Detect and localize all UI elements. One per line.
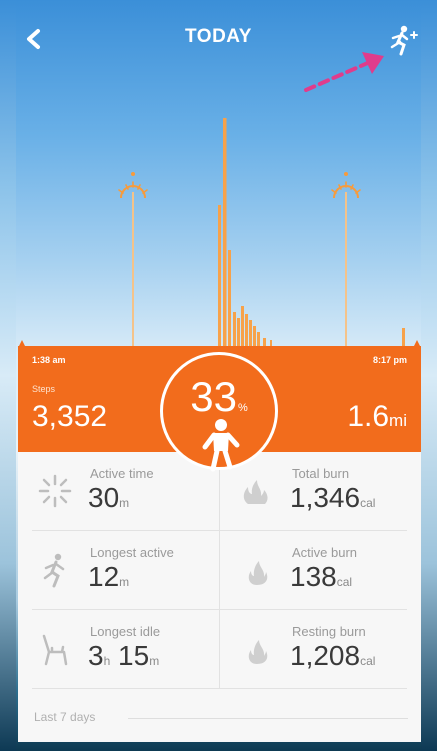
stat-value: 138cal <box>290 561 352 593</box>
goal-progress-ring[interactable]: 33% <box>160 352 278 472</box>
stat-number: 3 <box>88 640 104 671</box>
end-time: 8:17 pm <box>372 355 407 365</box>
top-bar: TODAY <box>0 0 437 92</box>
stat-unit: m <box>119 575 130 589</box>
chair-icon <box>42 634 68 666</box>
stat-unit: m <box>149 654 160 668</box>
annotation-arrow <box>304 52 384 92</box>
background-edge-left <box>0 0 16 751</box>
distance-unit: mi <box>389 411 407 430</box>
stat-number: 15 <box>118 640 150 671</box>
stat-unit: cal <box>360 654 376 668</box>
runner-figure-icon <box>202 419 240 472</box>
stat-value: 30m <box>88 482 129 514</box>
last-7-days-divider <box>128 718 408 719</box>
goal-percent-sign: % <box>237 402 248 414</box>
step-bars <box>218 118 405 346</box>
stat-value: 12m <box>88 561 129 593</box>
goal-percent-value: 33 <box>190 373 237 420</box>
stat-label: Longest active <box>90 545 174 560</box>
sunset-marker <box>331 172 361 346</box>
activity-timeline-chart[interactable] <box>18 100 421 348</box>
stat-number: 138 <box>290 561 337 592</box>
sparkle-icon <box>38 474 72 508</box>
start-time: 1:38 am <box>32 355 66 365</box>
stat-active-burn[interactable]: Active burn 138cal <box>220 531 420 609</box>
stat-unit: cal <box>336 575 353 589</box>
sunrise-marker <box>118 172 148 346</box>
stat-number: 1,208 <box>290 640 361 671</box>
last-7-days-label: Last 7 days <box>34 710 96 724</box>
goal-percent: 33% <box>163 373 275 421</box>
stat-active-time[interactable]: Active time 30m <box>18 452 218 530</box>
stat-value: 1,208cal <box>290 640 375 672</box>
stats-panel: Active time 30m Total burn 1,346cal Long… <box>18 452 421 742</box>
stat-label: Longest idle <box>90 624 161 639</box>
stat-label: Active burn <box>292 545 358 560</box>
distance: 1.6mi <box>347 400 407 434</box>
stat-unit: h <box>103 654 111 668</box>
stat-value: 1,346cal <box>290 482 375 514</box>
distance-value: 1.6 <box>347 400 390 433</box>
runner-icon <box>43 553 65 588</box>
stat-resting-burn[interactable]: Resting burn 1,208cal <box>220 610 420 688</box>
stat-label: Resting burn <box>292 624 366 639</box>
row-divider <box>32 688 407 689</box>
stat-number: 12 <box>88 561 120 592</box>
stat-label: Total burn <box>292 466 350 481</box>
flame-icon <box>248 640 268 664</box>
stat-longest-idle[interactable]: Longest idle 3h 15m <box>18 610 218 688</box>
move-screen: TODAY 1:38 am 8:17 pm Steps 3,352 1.6mi … <box>0 0 437 751</box>
steps-value: 3,352 <box>32 400 108 433</box>
stat-label: Active time <box>90 466 154 481</box>
stat-unit: cal <box>360 496 376 510</box>
flames-icon <box>243 480 268 504</box>
stat-value: 3h 15m <box>88 640 159 672</box>
stat-number: 30 <box>88 482 120 513</box>
flame-icon <box>248 561 268 585</box>
steps-label: Steps <box>32 384 56 394</box>
stat-total-burn[interactable]: Total burn 1,346cal <box>220 452 420 530</box>
stat-unit: m <box>119 496 130 510</box>
background-edge-right <box>421 0 437 751</box>
stat-longest-active[interactable]: Longest active 12m <box>18 531 218 609</box>
page-title: TODAY <box>185 26 252 47</box>
stat-number: 1,346 <box>290 482 361 513</box>
